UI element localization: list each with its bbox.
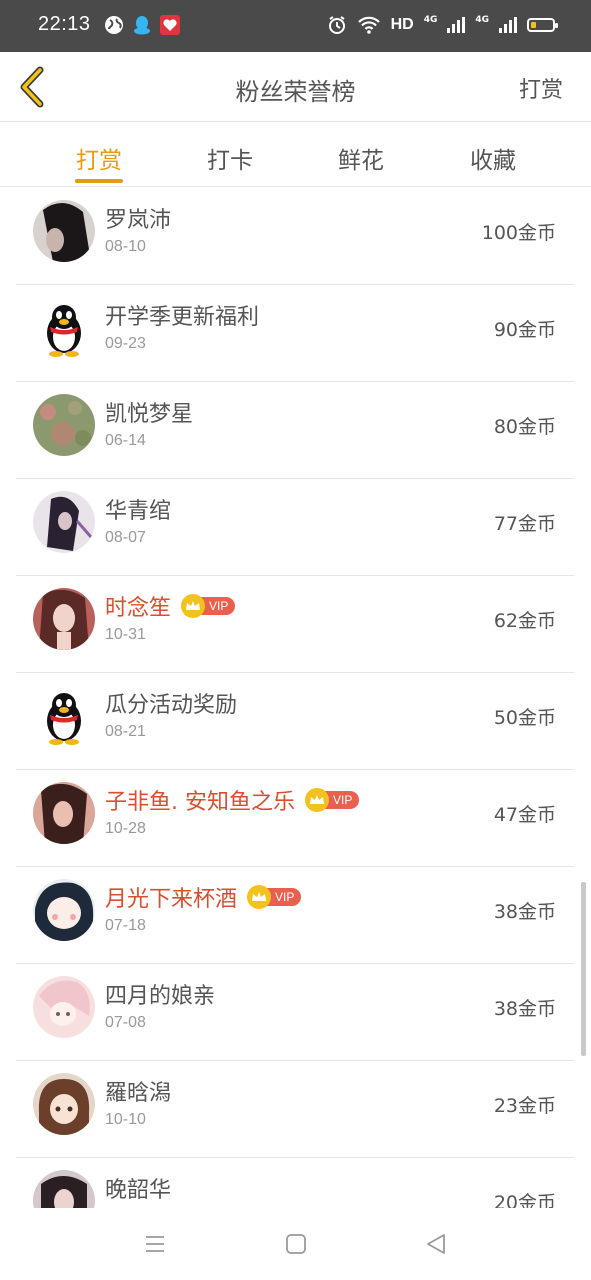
- fan-date: 06-14: [105, 432, 146, 449]
- tab-reward[interactable]: 打赏: [49, 141, 149, 175]
- vip-badge: VIP: [247, 885, 302, 909]
- home-icon[interactable]: [284, 1232, 308, 1256]
- fan-date: 08-10: [105, 238, 146, 255]
- fan-name: 凯悦梦星: [105, 402, 194, 427]
- fan-name: 月光下来杯酒 VIP: [105, 881, 302, 913]
- vip-badge: VIP: [305, 788, 360, 812]
- fan-ranking-list: 罗岚沛 08-10 100金币 开学季更新福利 09-23 90金币 凯悦梦星 …: [0, 188, 591, 1208]
- avatar: [33, 1073, 95, 1135]
- status-icons: HD 4G 4G: [327, 12, 558, 38]
- avatar: [33, 394, 95, 456]
- fan-name: 子非鱼. 安知鱼之乐 VIP: [105, 784, 360, 816]
- list-item[interactable]: 凯悦梦星 06-14 80金币: [16, 382, 574, 479]
- avatar: [33, 782, 95, 844]
- list-item[interactable]: 华青绾 08-07 77金币: [16, 479, 574, 576]
- signal-icon-2: [499, 17, 517, 33]
- list-item[interactable]: 罗岚沛 08-10 100金币: [16, 188, 574, 285]
- avatar: [33, 200, 95, 262]
- back-icon[interactable]: [424, 1232, 448, 1256]
- list-item[interactable]: 晚韶华 20金币: [16, 1158, 574, 1208]
- coin-amount: 77金币: [493, 513, 556, 535]
- network-type-2: 4G: [475, 14, 489, 25]
- coin-amount: 47金币: [493, 804, 556, 826]
- penguin-avatar: [33, 685, 95, 747]
- tab-bar: 打赏 打卡 鲜花 收藏: [0, 123, 591, 187]
- avatar: [33, 976, 95, 1038]
- crown-icon: [305, 788, 329, 812]
- crown-icon: [181, 594, 206, 618]
- fan-date: 10-31: [105, 626, 146, 643]
- globe-icon: [105, 16, 123, 34]
- status-bar: 22:13 HD 4G 4G: [0, 0, 591, 52]
- fan-name: 华青绾: [105, 499, 172, 524]
- qq-icon: [134, 16, 150, 35]
- alarm-icon: [328, 16, 345, 34]
- list-item[interactable]: 子非鱼. 安知鱼之乐 VIP 10-28 47金币: [16, 770, 574, 867]
- coin-amount: 80金币: [493, 416, 556, 438]
- heart-app-icon: [160, 15, 180, 35]
- coin-amount: 38金币: [493, 998, 556, 1020]
- fan-date: 10-28: [105, 820, 146, 837]
- fan-date: 07-08: [105, 1014, 146, 1031]
- menu-icon[interactable]: [143, 1232, 167, 1256]
- coin-amount: 38金币: [493, 901, 556, 923]
- network-type: 4G: [423, 14, 438, 25]
- list-item[interactable]: 四月的娘亲 07-08 38金币: [16, 964, 574, 1061]
- system-nav-bar: [0, 1208, 591, 1280]
- fan-date: 10-10: [105, 1111, 146, 1128]
- coin-amount: 62金币: [493, 610, 556, 632]
- fan-date: 07-18: [105, 917, 146, 934]
- coin-amount: 100金币: [481, 222, 556, 244]
- active-tab-indicator: [75, 179, 123, 183]
- fan-date: 08-07: [105, 529, 146, 546]
- list-item[interactable]: 瓜分活动奖励 08-21 50金币: [16, 673, 574, 770]
- avatar: [33, 879, 95, 941]
- fan-date: 08-21: [105, 723, 146, 740]
- avatar: [33, 1170, 95, 1208]
- wifi-icon: [357, 16, 380, 34]
- coin-amount: 90金币: [493, 319, 556, 341]
- reward-button[interactable]: 打赏: [519, 72, 563, 104]
- clock: 22:13: [38, 13, 91, 35]
- crown-icon: [247, 885, 272, 909]
- avatar: [33, 491, 95, 553]
- fan-name: 罗岚沛: [105, 208, 172, 233]
- fan-name: 瓜分活动奖励: [105, 693, 238, 718]
- tab-checkin[interactable]: 打卡: [180, 141, 280, 175]
- fan-name: 开学季更新福利: [105, 305, 260, 330]
- coin-amount: 50金币: [493, 707, 556, 729]
- fan-name: 晚韶华: [105, 1178, 172, 1203]
- fan-name: 羅晗潟: [105, 1081, 172, 1106]
- scrollbar[interactable]: [581, 882, 586, 1056]
- vip-badge: VIP: [181, 594, 236, 618]
- fan-name: 四月的娘亲: [105, 984, 216, 1009]
- fan-date: 09-23: [105, 335, 146, 352]
- penguin-avatar: [33, 297, 95, 359]
- list-item[interactable]: 时念笙 VIP 10-31 62金币: [16, 576, 574, 673]
- avatar: [33, 588, 95, 650]
- coin-amount: 20金币: [493, 1192, 556, 1208]
- list-item[interactable]: 月光下来杯酒 VIP 07-18 38金币: [16, 867, 574, 964]
- app-header: 粉丝荣誉榜 打赏: [0, 52, 591, 122]
- list-item[interactable]: 羅晗潟 10-10 23金币: [16, 1061, 574, 1158]
- battery-icon: [527, 18, 558, 32]
- coin-amount: 23金币: [493, 1095, 556, 1117]
- tab-favorites[interactable]: 收藏: [443, 141, 543, 175]
- fan-name: 时念笙 VIP: [105, 590, 236, 622]
- list-item[interactable]: 开学季更新福利 09-23 90金币: [16, 285, 574, 382]
- tab-flowers[interactable]: 鲜花: [311, 141, 411, 175]
- hd-label: HD: [390, 16, 414, 33]
- page-title: 粉丝荣誉榜: [235, 78, 356, 106]
- signal-icon: [447, 17, 466, 33]
